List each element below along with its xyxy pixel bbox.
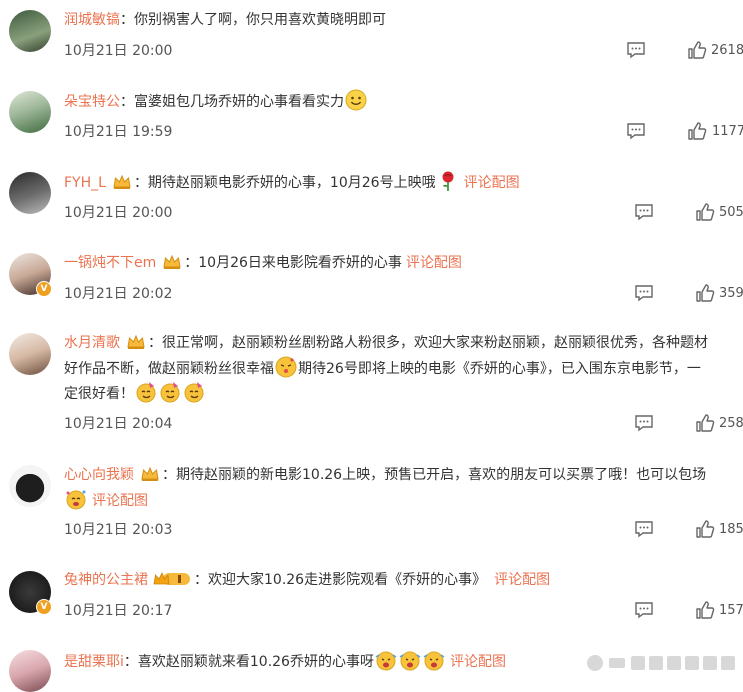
crown-icon xyxy=(141,466,159,481)
comment-icon[interactable] xyxy=(626,122,646,140)
comment-icon[interactable] xyxy=(634,203,654,221)
thumbs-up-icon[interactable] xyxy=(687,40,707,60)
comment-image-link[interactable]: 评论配图 xyxy=(92,493,148,509)
verified-badge-icon: V xyxy=(36,281,52,297)
thumbs-up-icon[interactable] xyxy=(695,413,715,433)
crown-level-icon xyxy=(153,572,190,585)
comment-time: 10月21日 20:00 xyxy=(64,43,173,59)
comment-time: 10月21日 20:03 xyxy=(64,522,173,538)
comment-text: 一锅炖不下em ：10月26日来电影院看乔妍的心事 评论配图 xyxy=(64,251,743,276)
comment-icon[interactable] xyxy=(626,41,646,59)
comment-content: ：富婆姐包几场乔妍的心事看看实力 xyxy=(120,94,344,110)
comment-text: 评论配图 xyxy=(64,488,743,514)
avatar[interactable] xyxy=(9,172,51,214)
avatar[interactable] xyxy=(9,10,51,52)
comment-time: 10月21日 19:59 xyxy=(64,124,173,140)
smile-emoji-icon xyxy=(345,89,367,111)
comment-icon[interactable] xyxy=(634,284,654,302)
thumbs-up-icon[interactable] xyxy=(695,519,715,539)
username-link[interactable]: 一锅炖不下em xyxy=(64,255,156,271)
like-count: 11777 xyxy=(712,124,743,139)
like-count: 5053 xyxy=(719,205,743,220)
comment-time: 10月21日 20:04 xyxy=(64,416,173,432)
comment-content: 好作品不断，做赵丽颖粉丝很幸福 xyxy=(64,361,274,377)
comment-text: 兔神的公主裙 ：欢迎大家10.26走进影院观看《乔妍的心事》 评论配图 xyxy=(64,568,743,593)
username-link[interactable]: FYH_L xyxy=(64,175,106,191)
comment-icon[interactable] xyxy=(634,414,654,432)
party-emoji-icon xyxy=(136,382,156,403)
cheer-emoji-icon xyxy=(375,651,397,671)
comment-content: ：喜欢赵丽颖就来看10.26乔妍的心事呀 xyxy=(123,654,374,670)
comment-content: 期待26号即将上映的电影《乔妍的心事》，已入围东京电影节，一 xyxy=(298,361,701,377)
comment-image-link[interactable]: 评论配图 xyxy=(494,572,550,588)
comment-text: 水月清歌 ：很正常啊，赵丽颖粉丝剧粉路人粉很多，欢迎大家来粉赵丽颖，赵丽颖很优秀，… xyxy=(64,331,743,356)
username-link[interactable]: 是甜栗耶i xyxy=(64,654,124,670)
celebrate-emoji-icon xyxy=(66,490,86,510)
username-link[interactable]: 润城敏镐 xyxy=(64,12,120,28)
comment-image-link[interactable]: 评论配图 xyxy=(406,255,462,271)
cheer-emoji-icon xyxy=(423,651,445,671)
comment-content: ：很正常啊，赵丽颖粉丝剧粉路人粉很多，欢迎大家来粉赵丽颖，赵丽颖很优秀，各种题材 xyxy=(148,335,708,351)
comment-content: ：期待赵丽颖电影乔妍的心事，10月26号上映哦 xyxy=(133,175,436,191)
comment-image-link[interactable]: 评论配图 xyxy=(450,654,506,670)
comment-icon[interactable] xyxy=(634,601,654,619)
username-link[interactable]: 心心向我颖 xyxy=(64,467,134,483)
avatar[interactable] xyxy=(9,91,51,133)
comment-text: 好作品不断，做赵丽颖粉丝很幸福 期待26号即将上映的电影《乔妍的心事》，已入围东京… xyxy=(64,356,743,382)
comment-content: ：期待赵丽颖的新电影10.26上映，预售已开启，喜欢的朋友可以买票了哦！也可以包… xyxy=(162,467,707,483)
crown-icon xyxy=(127,334,145,349)
like-count: 2580 xyxy=(719,416,743,431)
rose-emoji-icon xyxy=(442,171,454,191)
comment-time: 10月21日 20:02 xyxy=(64,286,173,302)
username-link[interactable]: 水月清歌 xyxy=(64,335,120,351)
like-count: 3590 xyxy=(719,286,743,301)
comment-text: 定很好看！ xyxy=(64,381,743,407)
username-link[interactable]: 兔神的公主裙 xyxy=(64,572,148,588)
party-emoji-icon xyxy=(184,382,204,403)
comment-text: 心心向我颖 ：期待赵丽颖的新电影10.26上映，预售已开启，喜欢的朋友可以买票了哦… xyxy=(64,463,743,488)
thumbs-up-icon[interactable] xyxy=(687,121,707,141)
comment-text: 朵宝特公：富婆姐包几场乔妍的心事看看实力 xyxy=(64,89,743,115)
comment-icon[interactable] xyxy=(634,520,654,538)
avatar[interactable] xyxy=(9,465,51,507)
thumbs-up-icon[interactable] xyxy=(695,202,715,222)
like-count: 1850 xyxy=(719,522,743,537)
like-count: 1578 xyxy=(719,603,743,618)
cheer-emoji-icon xyxy=(399,651,421,671)
comment-content: ：你别祸害人了啊，你只用喜欢黄晓明即可 xyxy=(120,12,386,28)
avatar[interactable] xyxy=(9,333,51,375)
like-count: 26183 xyxy=(711,43,743,58)
crown-icon xyxy=(113,174,131,189)
comment-content: 定很好看！ xyxy=(64,386,134,402)
crown-icon xyxy=(163,254,181,269)
username-link[interactable]: 朵宝特公 xyxy=(64,94,120,110)
watermark-icon xyxy=(583,648,741,678)
comment-content: ：欢迎大家10.26走进影院观看《乔妍的心事》 xyxy=(194,572,487,588)
comment-time: 10月21日 20:17 xyxy=(64,603,173,619)
verified-badge-icon: V xyxy=(36,599,52,615)
kiss-emoji-icon xyxy=(275,356,297,378)
comment-time: 10月21日 20:00 xyxy=(64,205,173,221)
party-emoji-icon xyxy=(160,382,180,403)
comment-text: FYH_L ：期待赵丽颖电影乔妍的心事，10月26号上映哦 评论配图 xyxy=(64,170,743,196)
avatar[interactable] xyxy=(9,650,51,692)
comment-content: ：10月26日来电影院看乔妍的心事 xyxy=(184,255,402,271)
comment-text: 润城敏镐：你别祸害人了啊，你只用喜欢黄晓明即可 xyxy=(64,8,743,33)
comment-image-link[interactable]: 评论配图 xyxy=(464,175,520,191)
thumbs-up-icon[interactable] xyxy=(695,283,715,303)
thumbs-up-icon[interactable] xyxy=(695,600,715,620)
